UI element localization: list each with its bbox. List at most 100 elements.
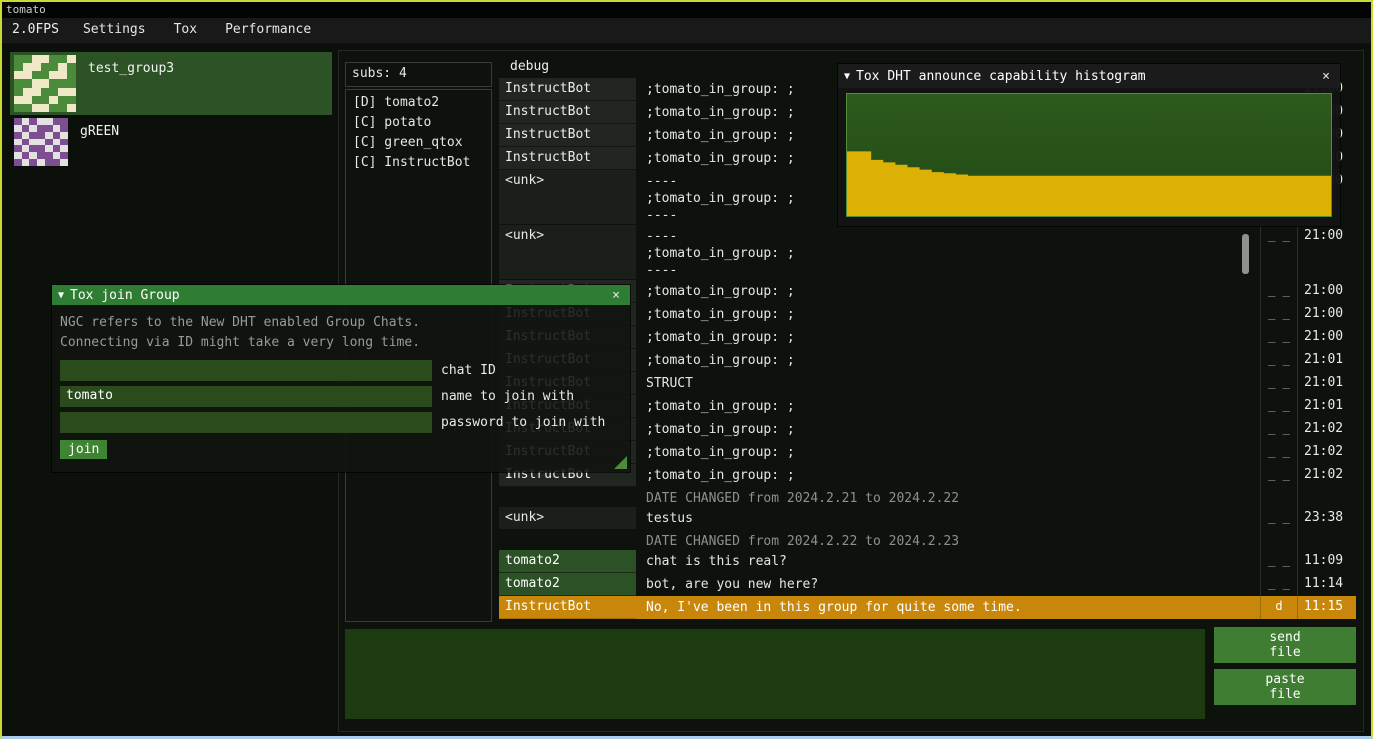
contact-avatar-icon [14, 55, 76, 112]
chat-status-cell: _ _ [1260, 303, 1297, 326]
collapse-icon[interactable]: ▼ [844, 71, 850, 82]
chat-status-cell [1260, 487, 1297, 507]
contact-name: test_group3 [88, 55, 174, 76]
join-group-window-title: Tox join Group [70, 288, 608, 303]
chat-time-cell: 11:15 [1297, 596, 1356, 619]
join-input-password-to-join-with[interactable] [60, 412, 432, 433]
chat-message-line: chat is this real? [646, 553, 1254, 570]
chat-message-row[interactable]: tomato2bot, are you new here?_ _11:14 [499, 573, 1356, 596]
chat-message-line: ;tomato_in_group: ; [646, 245, 1254, 262]
member-item-green_qtox[interactable]: [C] green_qtox [348, 134, 489, 154]
chat-sender-cell: InstructBot [499, 147, 636, 170]
chat-message-cell: STRUCT [640, 372, 1260, 395]
chat-message-line: ---- [646, 228, 1254, 245]
paste-file-button[interactable]: paste file [1214, 669, 1356, 705]
chat-message-line: ;tomato_in_group: ; [646, 352, 1254, 369]
chat-message-cell: testus [640, 507, 1260, 530]
contact-avatar-icon [14, 118, 68, 166]
chat-time-cell: 23:38 [1297, 507, 1356, 530]
chat-message-line: DATE CHANGED from 2024.2.22 to 2024.2.23 [646, 533, 1254, 550]
send-file-button[interactable]: send file [1214, 627, 1356, 663]
chat-message-row[interactable]: InstructBotNo, I've been in this group f… [499, 596, 1356, 619]
chat-message-row[interactable]: <unk>----;tomato_in_group: ;----_ _21:00 [499, 225, 1356, 280]
dht-histogram-window-titlebar[interactable]: ▼ Tox DHT announce capability histogram … [838, 64, 1340, 88]
close-icon[interactable]: × [1318, 69, 1334, 84]
dht-histogram-window-body [838, 88, 1340, 226]
close-icon[interactable]: × [608, 288, 624, 303]
chat-system-row[interactable]: DATE CHANGED from 2024.2.22 to 2024.2.23 [499, 530, 1356, 550]
chat-message-line: ;tomato_in_group: ; [646, 444, 1254, 461]
chat-message-row[interactable]: <unk>testus_ _23:38 [499, 507, 1356, 530]
chat-time-cell: 21:00 [1297, 225, 1356, 280]
chat-message-cell: chat is this real? [640, 550, 1260, 573]
chat-system-row[interactable]: DATE CHANGED from 2024.2.21 to 2024.2.22 [499, 487, 1356, 507]
chat-message-line: ;tomato_in_group: ; [646, 398, 1254, 415]
window-title: tomato [6, 3, 46, 16]
os-titlebar[interactable]: tomato [2, 2, 1371, 18]
join-field-label: chat ID [441, 363, 496, 378]
collapse-icon[interactable]: ▼ [58, 290, 64, 301]
resize-grip-icon[interactable] [614, 456, 627, 469]
join-field-label: name to join with [441, 389, 574, 404]
chat-time-cell: 11:09 [1297, 550, 1356, 573]
chat-time-cell: 11:14 [1297, 573, 1356, 596]
member-item-InstructBot[interactable]: [C] InstructBot [348, 154, 489, 174]
member-item-tomato2[interactable]: [D] tomato2 [348, 94, 489, 114]
chat-message-cell: DATE CHANGED from 2024.2.21 to 2024.2.22 [640, 487, 1260, 507]
subs-count-box: subs: 4 [345, 62, 492, 87]
chat-sender-cell: <unk> [499, 507, 636, 530]
join-field-row: password to join with [60, 412, 622, 433]
chat-sender-cell: InstructBot [499, 78, 636, 101]
chat-message-cell: ;tomato_in_group: ; [640, 395, 1260, 418]
menu-item-performance[interactable]: Performance [211, 18, 325, 43]
chat-message-cell: bot, are you new here? [640, 573, 1260, 596]
chat-status-cell: _ _ [1260, 395, 1297, 418]
chat-time-cell: 21:02 [1297, 441, 1356, 464]
chat-message-cell: ----;tomato_in_group: ;---- [640, 225, 1260, 280]
chat-message-line: STRUCT [646, 375, 1254, 392]
contact-item-gREEN[interactable]: gREEN [10, 115, 332, 171]
join-group-window-titlebar[interactable]: ▼ Tox join Group × [52, 285, 630, 305]
join-group-window: ▼ Tox join Group × NGC refers to the New… [52, 285, 630, 472]
chat-message-line: ---- [646, 262, 1254, 279]
dht-histogram-window: ▼ Tox DHT announce capability histogram … [838, 64, 1340, 226]
menu-item-tox[interactable]: Tox [160, 18, 211, 43]
chat-message-cell: ;tomato_in_group: ; [640, 441, 1260, 464]
contact-list: test_group3 gREEN [10, 52, 332, 171]
chat-status-cell: _ _ [1260, 372, 1297, 395]
chat-status-cell: _ _ [1260, 418, 1297, 441]
join-button[interactable]: join [60, 440, 107, 459]
chat-message-cell: DATE CHANGED from 2024.2.22 to 2024.2.23 [640, 530, 1260, 550]
join-description-line: Connecting via ID might take a very long… [60, 333, 622, 353]
join-field-label: password to join with [441, 415, 605, 430]
chat-sender-cell [499, 487, 636, 507]
chat-time-cell: 21:01 [1297, 349, 1356, 372]
menu-item-settings[interactable]: Settings [69, 18, 160, 43]
chat-status-cell: _ _ [1260, 550, 1297, 573]
join-group-description: NGC refers to the New DHT enabled Group … [60, 313, 622, 353]
dht-histogram-window-title: Tox DHT announce capability histogram [856, 69, 1318, 84]
join-group-fields: chat ID tomato name to join with password t… [60, 360, 622, 433]
chat-sender-cell: InstructBot [499, 596, 636, 619]
chat-time-cell: 21:00 [1297, 326, 1356, 349]
chat-sender-cell: tomato2 [499, 550, 636, 573]
chat-time-cell: 21:00 [1297, 280, 1356, 303]
join-input-name-to-join-with[interactable]: tomato [60, 386, 432, 407]
contact-item-test_group3[interactable]: test_group3 [10, 52, 332, 115]
chat-scrollbar-thumb[interactable] [1242, 234, 1249, 274]
chat-status-cell: _ _ [1260, 573, 1297, 596]
chat-sender-cell: <unk> [499, 170, 636, 225]
message-input[interactable] [345, 629, 1205, 719]
chat-message-cell: ;tomato_in_group: ; [640, 349, 1260, 372]
chat-time-cell: 21:01 [1297, 395, 1356, 418]
chat-message-row[interactable]: tomato2 chat is this real? _ _11:09 [499, 550, 1356, 573]
tab-debug[interactable]: debug [510, 59, 549, 74]
join-input-chat-ID[interactable] [60, 360, 432, 381]
chat-status-cell: d [1260, 596, 1297, 619]
chat-sender-cell: InstructBot [499, 101, 636, 124]
member-item-potato[interactable]: [C] potato [348, 114, 489, 134]
chat-sender-cell: <unk> [499, 225, 636, 280]
histogram-plot [846, 93, 1332, 217]
chat-message-cell: ;tomato_in_group: ; [640, 464, 1260, 487]
chat-message-line: ;tomato_in_group: ; [646, 306, 1254, 323]
